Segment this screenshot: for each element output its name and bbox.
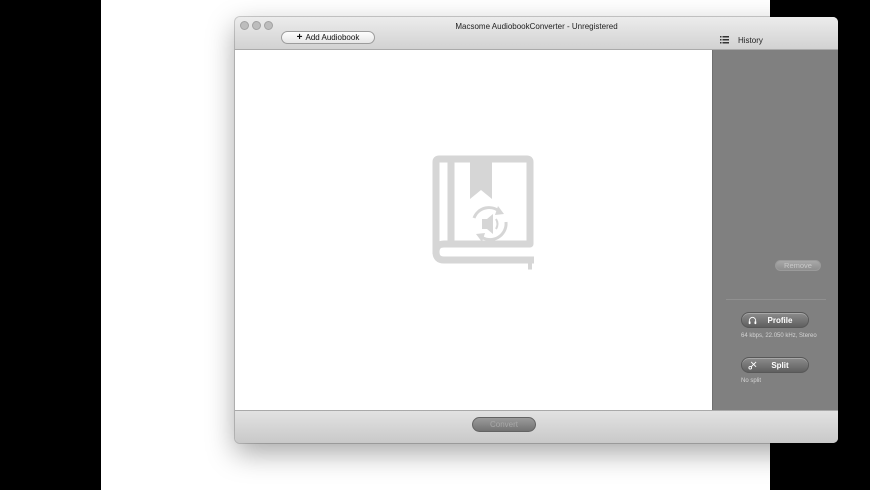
screenshot-backdrop: Macsome AudiobookConverter - Unregistere… [101, 0, 838, 490]
scissors-icon [748, 361, 757, 370]
sidebar-divider [726, 299, 826, 300]
app-window: Macsome AudiobookConverter - Unregistere… [235, 17, 838, 443]
profile-info: 64 kbps, 22.050 kHz, Stereo [741, 333, 817, 339]
settings-sidebar: Remove Profile 64 kbps, 22.050 kHz, Ster… [712, 50, 838, 410]
title-bar: Macsome AudiobookConverter - Unregistere… [235, 17, 838, 50]
convert-button[interactable]: Convert [472, 417, 536, 432]
split-info: No split [741, 378, 762, 384]
plus-icon: + [296, 31, 303, 43]
remove-button[interactable]: Remove [775, 260, 821, 271]
file-list-area[interactable] [235, 50, 712, 410]
history-label: History [738, 35, 763, 45]
add-audiobook-button[interactable]: + Add Audiobook [281, 31, 375, 44]
profile-button[interactable]: Profile [741, 312, 809, 328]
list-icon [720, 36, 729, 44]
history-button[interactable]: History [720, 34, 763, 46]
window-title: Macsome AudiobookConverter - Unregistere… [455, 22, 618, 31]
convert-label: Convert [489, 420, 518, 429]
headphones-icon [748, 316, 757, 325]
split-label: Split [771, 360, 789, 370]
split-button[interactable]: Split [741, 357, 809, 373]
remove-label: Remove [784, 261, 812, 270]
audiobook-icon [432, 155, 534, 270]
bottom-bar: Convert [235, 410, 838, 443]
profile-label: Profile [767, 315, 793, 325]
add-audiobook-label: Add Audiobook [305, 33, 360, 42]
